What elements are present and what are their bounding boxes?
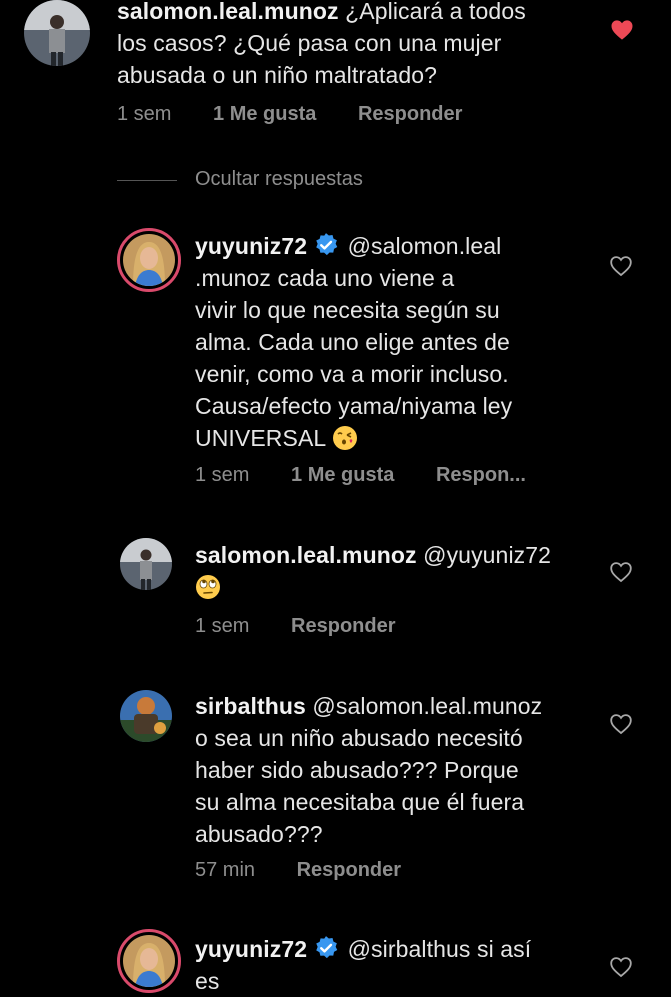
reply-button[interactable]: Respon...	[436, 464, 526, 486]
comment-text-line: @yuyuniz72	[423, 542, 552, 568]
reply-button[interactable]: Responder	[358, 103, 462, 125]
comment-time: 57 min	[195, 859, 256, 881]
heart-outline-icon[interactable]	[609, 560, 633, 584]
user-photo-icon	[24, 0, 90, 66]
heart-outline-icon[interactable]	[609, 712, 633, 736]
comment-text-line: @salomon.leal	[347, 233, 502, 259]
comment-text-line: Causa/efecto yama/niyama ley	[195, 393, 513, 419]
comment-username[interactable]: yuyuniz72	[195, 936, 307, 962]
comment-text-line: UNIVERSAL	[195, 425, 326, 451]
heart-outline-icon[interactable]	[609, 254, 633, 278]
kissing-heart-emoji-icon	[332, 426, 357, 450]
heart-outline-icon[interactable]	[609, 955, 633, 979]
hide-replies-button[interactable]: Ocultar respuestas	[195, 168, 363, 191]
comment-text-line: haber sido abusado??? Porque	[195, 757, 519, 783]
user-photo-icon	[123, 935, 175, 987]
comment-text-line: abusado???	[195, 821, 323, 847]
comment-time: 1 sem	[195, 615, 250, 637]
heart-filled-icon[interactable]	[610, 18, 634, 42]
reply-button[interactable]: Responder	[297, 859, 401, 881]
avatar[interactable]	[117, 228, 181, 292]
comment-text-line: @sirbalthus si así	[347, 936, 532, 962]
comment-text-line: vivir lo que necesita según su	[195, 297, 500, 323]
comment-username[interactable]: salomon.leal.munoz	[117, 0, 339, 24]
comment-text-line: su alma necesitaba que él fuera	[195, 789, 525, 815]
comment-text-line: venir, como va a morir incluso.	[195, 361, 509, 387]
avatar[interactable]	[24, 0, 90, 66]
likes-count[interactable]: 1 Me gusta	[291, 464, 394, 486]
likes-count[interactable]: 1 Me gusta	[213, 103, 316, 125]
reply-button[interactable]: Responder	[291, 615, 395, 637]
comment-text-line: ¿Aplicará a todos	[345, 0, 526, 24]
user-photo-icon	[123, 234, 175, 286]
user-photo-icon	[120, 538, 172, 590]
comment-username[interactable]: yuyuniz72	[195, 233, 307, 259]
comment-time: 1 sem	[117, 103, 172, 125]
comment-text-line: alma. Cada uno elige antes de	[195, 329, 510, 355]
avatar[interactable]	[120, 690, 172, 742]
comment-text-line: o sea un niño abusado necesitó	[195, 725, 523, 751]
comment-text-line: es	[195, 968, 220, 994]
verified-badge-icon	[316, 936, 338, 959]
eye-roll-emoji-icon	[196, 575, 220, 599]
comment-username[interactable]: salomon.leal.munoz	[195, 542, 417, 568]
comment-text-line: @salomon.leal.munoz	[312, 693, 543, 719]
user-photo-icon	[120, 690, 172, 742]
comment-text-line: .munoz cada uno viene a	[195, 265, 455, 291]
avatar[interactable]	[120, 538, 172, 590]
divider	[117, 180, 177, 181]
verified-badge-icon	[316, 233, 338, 256]
comment-username[interactable]: sirbalthus	[195, 693, 306, 719]
avatar[interactable]	[117, 929, 181, 993]
comment-time: 1 sem	[195, 464, 250, 486]
comment-text-line: los casos? ¿Qué pasa con una mujer	[117, 30, 502, 56]
comment-text-line: abusada o un niño maltratado?	[117, 62, 438, 88]
